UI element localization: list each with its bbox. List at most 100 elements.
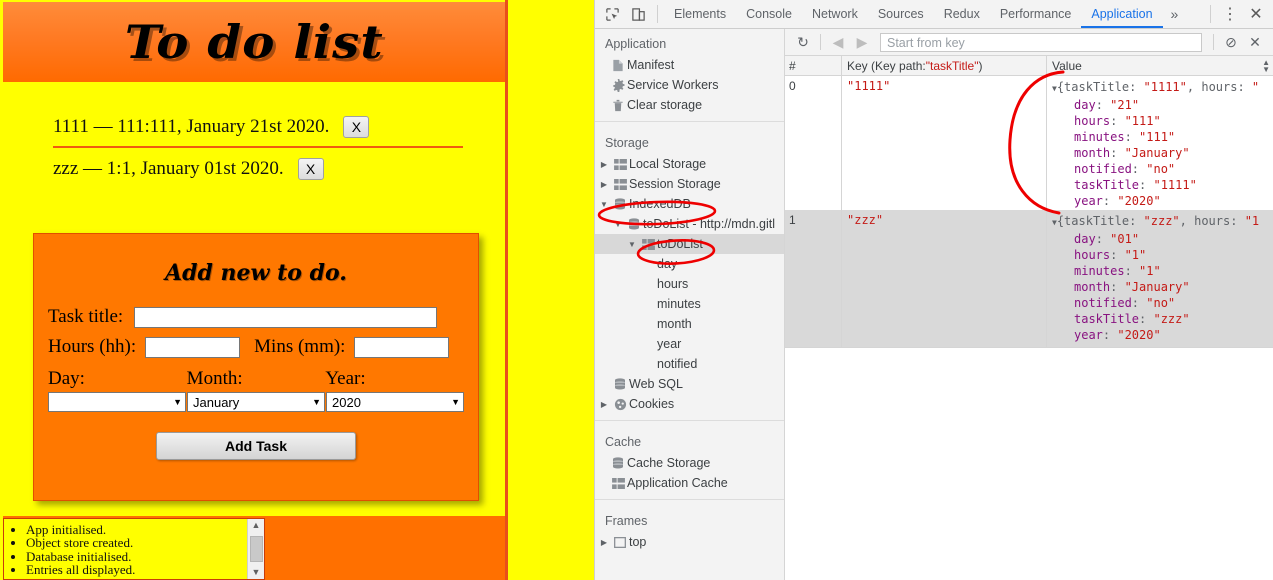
sidebar-item-index-year[interactable]: year: [595, 334, 784, 354]
sidebar-item-index-minutes[interactable]: minutes: [595, 294, 784, 314]
table-row[interactable]: 0 "1111" ▼{taskTitle: "1111", hours: " d…: [785, 76, 1273, 210]
property-value: "1": [1124, 248, 1147, 262]
expand-twisty-icon[interactable]: ▶: [597, 538, 611, 547]
sidebar-item-label: Manifest: [627, 58, 675, 72]
refresh-icon[interactable]: ↻: [791, 31, 815, 53]
sidebar-item-service-workers[interactable]: Service Workers: [595, 75, 784, 95]
day-select[interactable]: ▼: [48, 392, 186, 412]
device-toolbar-icon[interactable]: [625, 1, 651, 27]
kebab-menu-icon[interactable]: ⋮: [1217, 1, 1243, 27]
sidebar-item-objectstore-todolist[interactable]: ▼ toDoList: [595, 234, 784, 254]
object-property: month: "January": [1074, 280, 1190, 294]
object-property: year: "2020": [1074, 328, 1161, 342]
sidebar-item-clear-storage[interactable]: Clear storage: [595, 95, 784, 115]
expand-twisty-icon[interactable]: ▶: [597, 400, 611, 409]
collapse-twisty-icon[interactable]: ▼: [597, 200, 611, 209]
log-item: App initialised.: [26, 523, 247, 537]
expand-twisty-icon[interactable]: ▶: [597, 180, 611, 189]
sidebar-item-label: minutes: [657, 297, 701, 311]
property-name: minutes: [1074, 264, 1125, 278]
sidebar-item-index-hours[interactable]: hours: [595, 274, 784, 294]
tab-elements[interactable]: Elements: [664, 0, 736, 28]
start-from-key-input[interactable]: Start from key: [880, 32, 1202, 52]
sidebar-item-index-month[interactable]: month: [595, 314, 784, 334]
row-value: ▼{taskTitle: "1111", hours: " day: "21" …: [1047, 76, 1273, 210]
next-page-icon[interactable]: ▶: [850, 31, 874, 53]
sort-arrows-icon[interactable]: ▲ ▼: [1262, 58, 1273, 73]
object-summary[interactable]: ▼{taskTitle: "1111", hours: ": [1052, 79, 1273, 97]
delete-task-button[interactable]: X: [297, 158, 324, 180]
object-property: minutes: "1": [1074, 264, 1161, 278]
month-select[interactable]: January ▼: [187, 392, 325, 412]
year-select[interactable]: 2020 ▼: [326, 392, 464, 412]
tab-application[interactable]: Application: [1081, 0, 1163, 28]
previous-page-icon[interactable]: ◀: [826, 31, 850, 53]
delete-task-button[interactable]: X: [343, 116, 370, 138]
sidebar-item-local-storage[interactable]: ▶ Local Storage: [595, 154, 784, 174]
chevron-down-icon: ▼: [173, 397, 182, 407]
property-value: "no": [1146, 296, 1176, 310]
sidebar-divider: [595, 121, 784, 122]
row-index: 0: [785, 76, 842, 210]
object-property: minutes: "111": [1074, 130, 1176, 144]
toolbar-divider: [657, 5, 658, 23]
screenshot-root: To do list 1111 — 111:111, January 21st …: [0, 0, 1273, 580]
object-summary-hours: ": [1251, 80, 1260, 94]
tab-performance[interactable]: Performance: [990, 0, 1082, 28]
sidebar-item-session-storage[interactable]: ▶ Session Storage: [595, 174, 784, 194]
tab-network[interactable]: Network: [802, 0, 868, 28]
sidebar-item-label: Service Workers: [627, 78, 719, 92]
collapse-twisty-icon[interactable]: ▼: [611, 220, 625, 229]
more-tabs-icon[interactable]: »: [1163, 6, 1187, 22]
scroll-down-icon[interactable]: ▼: [252, 568, 261, 577]
scroll-up-icon[interactable]: ▲: [252, 521, 261, 530]
tab-redux[interactable]: Redux: [934, 0, 990, 28]
add-task-button[interactable]: Add Task: [156, 432, 356, 460]
object-property: taskTitle: "1111": [1074, 178, 1197, 192]
clear-object-store-icon[interactable]: ⊘: [1219, 31, 1243, 53]
task-list: 1111 — 111:111, January 21st 2020. X zzz…: [3, 84, 505, 234]
sidebar-item-web-sql[interactable]: Web SQL: [595, 374, 784, 394]
collapse-twisty-icon[interactable]: ▼: [625, 240, 639, 249]
expand-twisty-icon[interactable]: ▶: [597, 160, 611, 169]
sidebar-item-label: notified: [657, 357, 698, 371]
chevron-down-icon: ▼: [312, 397, 321, 407]
delete-selected-icon[interactable]: ✕: [1243, 31, 1267, 53]
sidebar-item-cookies[interactable]: ▶ Cookies: [595, 394, 784, 414]
close-icon[interactable]: ✕: [1243, 1, 1269, 27]
task-text: zzz — 1:1, January 01st 2020.: [53, 158, 284, 179]
sidebar-item-manifest[interactable]: Manifest: [595, 55, 784, 75]
section-application: Application: [605, 37, 667, 51]
object-property: hours: "111": [1074, 114, 1161, 128]
section-cache: Cache: [605, 435, 642, 449]
tab-console[interactable]: Console: [736, 0, 802, 28]
date-selects-row: ▼ January ▼ 2020 ▼: [34, 390, 478, 412]
sidebar-item-index-notified[interactable]: notified: [595, 354, 784, 374]
task-title-input[interactable]: [134, 306, 438, 328]
column-header-value[interactable]: Value ▲ ▼: [1047, 56, 1273, 75]
mins-input[interactable]: [354, 336, 450, 358]
scrollbar-thumb[interactable]: [249, 536, 263, 562]
property-value: "111": [1139, 130, 1176, 144]
chevron-down-icon: ▼: [451, 397, 460, 407]
sidebar-item-index-day[interactable]: day: [595, 254, 784, 274]
tabbar-right-group: ⋮ ✕: [1204, 1, 1269, 27]
hours-input[interactable]: [145, 336, 241, 358]
property-value: "January": [1124, 280, 1190, 294]
inspect-element-icon[interactable]: [599, 1, 625, 27]
object-summary[interactable]: ▼{taskTitle: "zzz", hours: "1: [1052, 213, 1273, 231]
sidebar-item-frame-top[interactable]: ▶ top: [595, 532, 784, 552]
object-summary-title: "1111": [1143, 80, 1187, 94]
sidebar-item-indexeddb[interactable]: ▼ IndexedDB: [595, 194, 784, 214]
table-row[interactable]: 1 "zzz" ▼{taskTitle: "zzz", hours: "1 da…: [785, 210, 1273, 347]
sidebar-item-label: Web SQL: [629, 377, 683, 391]
sidebar-item-application-cache[interactable]: Application Cache: [595, 473, 784, 493]
tab-sources[interactable]: Sources: [868, 0, 934, 28]
sidebar-item-database[interactable]: ▼ toDoList - http://mdn.gitl: [595, 214, 784, 234]
sidebar-item-cache-storage[interactable]: Cache Storage: [595, 453, 784, 473]
column-header-key[interactable]: Key (Key path: "taskTitle"): [842, 56, 1047, 75]
sidebar-item-label: toDoList - http://mdn.gitl: [643, 217, 776, 231]
column-header-index[interactable]: #: [785, 56, 842, 75]
log-scrollbar[interactable]: ▲ ▼: [247, 519, 264, 579]
frame-icon: [611, 536, 629, 548]
